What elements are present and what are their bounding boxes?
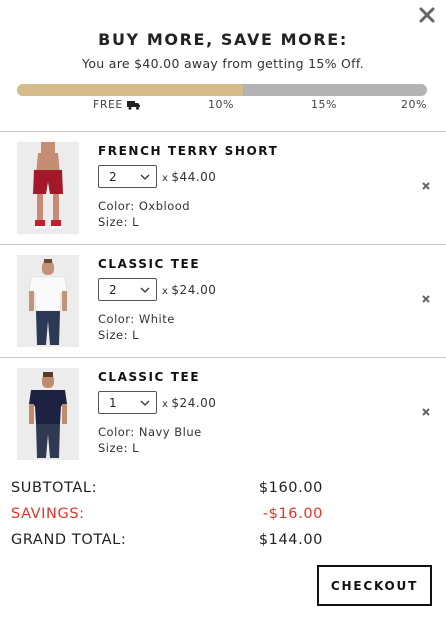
- quantity-select[interactable]: 2: [98, 165, 157, 188]
- close-icon: [419, 7, 435, 23]
- savings-progress-fill: [17, 84, 243, 96]
- chevron-down-icon: [140, 287, 150, 293]
- times-symbol: x: [162, 285, 169, 297]
- remove-icon: [422, 182, 430, 190]
- promo-subtitle: You are $40.00 away from getting 15% Off…: [82, 56, 364, 71]
- quantity-row: 2 x $24.00: [98, 278, 216, 301]
- savings-row: SAVINGS: -$16.00: [11, 506, 323, 532]
- cart-item: CLASSIC TEE 1 x $24.00 Color: Navy Blue S…: [0, 358, 446, 470]
- grand-total-row: GRAND TOTAL: $144.00: [11, 532, 323, 558]
- item-color: Color: Oxblood: [98, 199, 191, 213]
- checkout-button[interactable]: CHECKOUT: [317, 565, 432, 606]
- quantity-row: 1 x $24.00: [98, 391, 216, 414]
- grand-total-label: GRAND TOTAL:: [11, 532, 127, 548]
- remove-item-button[interactable]: [421, 407, 431, 417]
- subtotal-label: SUBTOTAL:: [11, 480, 98, 496]
- quantity-value: 2: [109, 282, 117, 297]
- progress-tick-labels: FREE 10% 15% 20%: [0, 98, 446, 114]
- remove-icon: [422, 408, 430, 416]
- chevron-down-icon: [140, 400, 150, 406]
- times-symbol: x: [162, 398, 169, 410]
- quantity-value: 1: [109, 395, 117, 410]
- truck-icon: [126, 100, 140, 110]
- quantity-value: 2: [109, 169, 117, 184]
- savings-progress-bar: [17, 84, 427, 96]
- quantity-select[interactable]: 2: [98, 278, 157, 301]
- savings-label: SAVINGS:: [11, 506, 85, 522]
- remove-item-button[interactable]: [421, 294, 431, 304]
- item-name: CLASSIC TEE: [98, 257, 201, 271]
- item-price-value: $24.00: [171, 282, 217, 297]
- item-name: CLASSIC TEE: [98, 370, 201, 384]
- cart-item: CLASSIC TEE 2 x $24.00 Color: White Size:…: [0, 245, 446, 357]
- tick-free-label: FREE: [93, 98, 123, 111]
- item-color: Color: White: [98, 312, 175, 326]
- subtotal-row: SUBTOTAL: $160.00: [11, 480, 323, 506]
- tick-free: FREE: [93, 98, 140, 111]
- promo-banner: BUY MORE, SAVE MORE: You are $40.00 away…: [0, 30, 446, 71]
- chevron-down-icon: [140, 174, 150, 180]
- tick-10: 10%: [208, 98, 234, 111]
- item-size: Size: L: [98, 328, 140, 342]
- remove-icon: [422, 295, 430, 303]
- cart-item: FRENCH TERRY SHORT 2 x $44.00 Color: Oxbl…: [0, 132, 446, 244]
- quantity-select[interactable]: 1: [98, 391, 157, 414]
- close-cart-button[interactable]: [418, 6, 436, 24]
- times-symbol: x: [162, 172, 169, 184]
- item-details: Color: White Size: L: [98, 311, 175, 343]
- item-price-value: $44.00: [171, 169, 217, 184]
- subtotal-value: $160.00: [258, 480, 323, 496]
- item-color: Color: Navy Blue: [98, 425, 202, 439]
- item-price: x $24.00: [162, 396, 216, 410]
- savings-value: -$16.00: [262, 506, 323, 522]
- item-price: x $24.00: [162, 283, 216, 297]
- item-size: Size: L: [98, 215, 140, 229]
- tick-20: 20%: [401, 98, 427, 111]
- order-totals: SUBTOTAL: $160.00 SAVINGS: -$16.00 GRAND…: [11, 480, 323, 558]
- tick-15: 15%: [311, 98, 337, 111]
- item-details: Color: Navy Blue Size: L: [98, 424, 202, 456]
- item-size: Size: L: [98, 441, 140, 455]
- item-price: x $44.00: [162, 170, 216, 184]
- item-name: FRENCH TERRY SHORT: [98, 144, 279, 158]
- quantity-row: 2 x $44.00: [98, 165, 216, 188]
- white-tee-photo: [17, 255, 79, 347]
- promo-title: BUY MORE, SAVE MORE:: [98, 30, 348, 49]
- grand-total-value: $144.00: [258, 532, 323, 548]
- item-details: Color: Oxblood Size: L: [98, 198, 190, 230]
- remove-item-button[interactable]: [421, 181, 431, 191]
- item-price-value: $24.00: [171, 395, 217, 410]
- shorts-photo: [17, 142, 79, 234]
- navy-tee-photo: [17, 368, 79, 460]
